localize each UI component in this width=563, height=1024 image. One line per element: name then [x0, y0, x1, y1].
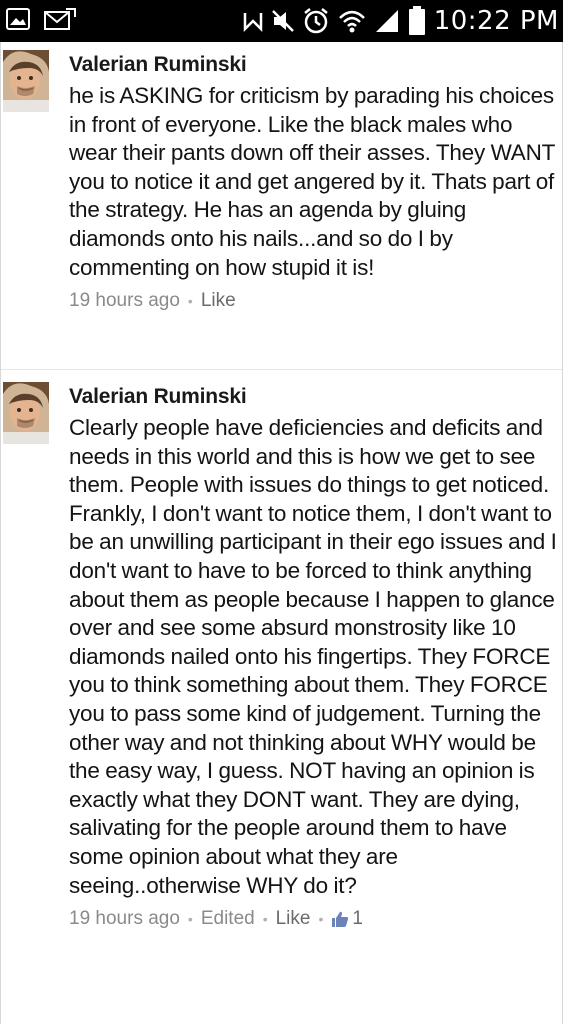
- comment-meta: 19 hours ago • Edited • Like • 1: [69, 906, 559, 932]
- like-button[interactable]: Like: [276, 906, 311, 932]
- comment-text: he is ASKING for criticism by parading h…: [69, 83, 555, 280]
- like-count-value: 1: [352, 908, 363, 930]
- author-name[interactable]: Valerian Ruminski: [69, 382, 559, 414]
- comment-meta: 19 hours ago • Like: [69, 288, 559, 314]
- comment-divider: [1, 369, 562, 370]
- alarm-icon: [303, 8, 328, 34]
- wifi-icon: [338, 10, 365, 33]
- status-bar-left: [6, 8, 76, 30]
- comment-body: Valerian Ruminski Clearly people have de…: [69, 382, 559, 932]
- status-time: 10:22 PM: [433, 6, 559, 36]
- like-button[interactable]: Like: [201, 288, 236, 314]
- comment-body: Valerian Ruminski he is ASKING for criti…: [69, 50, 559, 314]
- avatar[interactable]: [3, 382, 49, 444]
- author-name[interactable]: Valerian Ruminski: [69, 50, 559, 82]
- comment-text: Clearly people have deficiencies and def…: [69, 415, 557, 898]
- like-count[interactable]: 1: [331, 906, 363, 932]
- mute-icon: [271, 10, 294, 32]
- separator-dot: •: [318, 911, 324, 928]
- status-bar-right: 10:22 PM: [242, 6, 559, 36]
- edited-label[interactable]: Edited: [201, 906, 255, 932]
- separator-dot: •: [187, 911, 193, 928]
- thumbs-up-icon: [332, 911, 349, 928]
- avatar[interactable]: [3, 50, 49, 112]
- separator-dot: •: [187, 293, 193, 310]
- comment-feed[interactable]: Valerian Ruminski he is ASKING for criti…: [0, 42, 563, 1024]
- nfc-icon: [243, 13, 262, 33]
- signal-icon: [375, 10, 398, 32]
- comment-time[interactable]: 19 hours ago: [69, 288, 180, 314]
- mail-icon: [44, 8, 76, 30]
- gallery-icon: [6, 8, 30, 30]
- status-bar: 10:22 PM: [0, 0, 563, 42]
- battery-icon: [408, 6, 425, 35]
- comment-time[interactable]: 19 hours ago: [69, 906, 180, 932]
- separator-dot: •: [262, 911, 268, 928]
